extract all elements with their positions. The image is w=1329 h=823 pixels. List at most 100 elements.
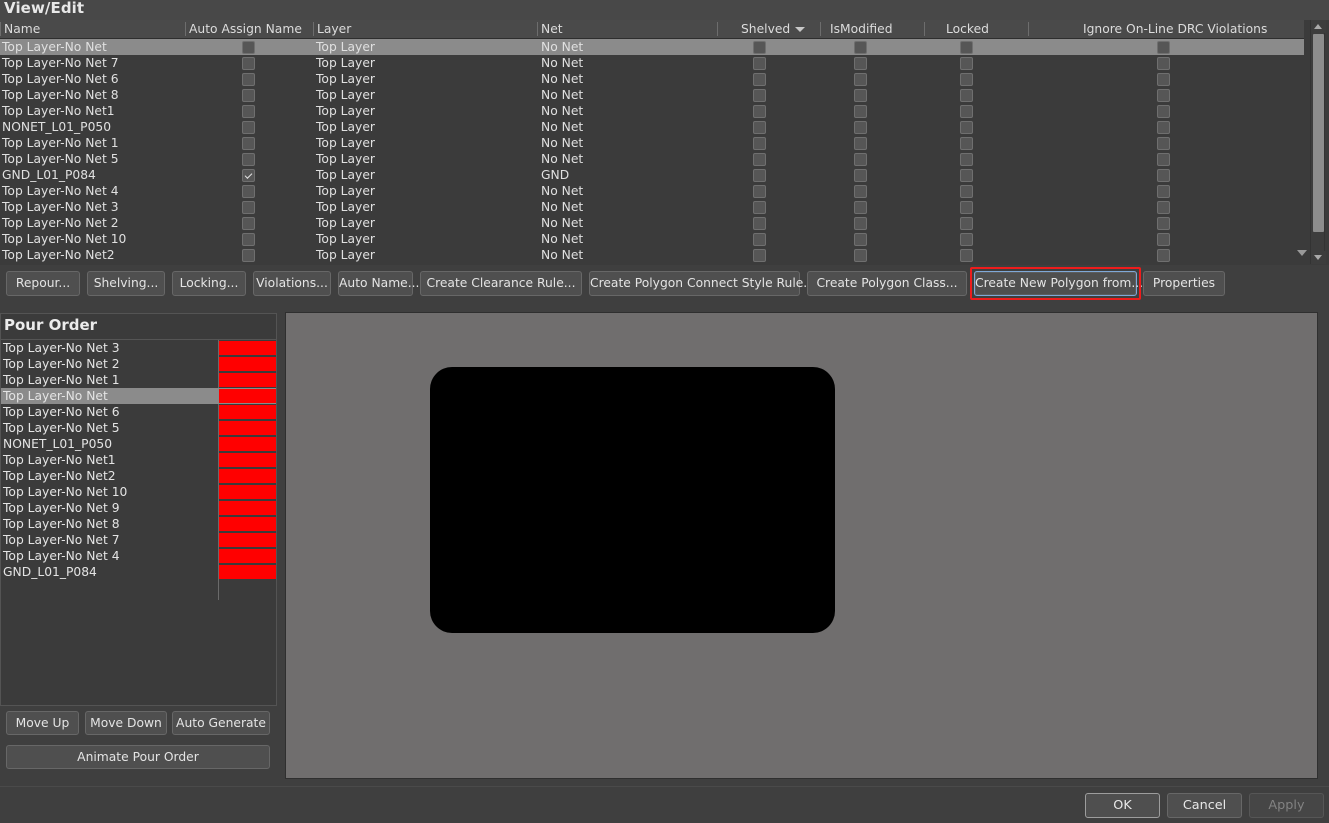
- scrollbar-thumb[interactable]: [1313, 34, 1324, 232]
- ignore-drc-checkbox[interactable]: [1157, 233, 1170, 246]
- color-swatch[interactable]: [219, 549, 276, 563]
- ignore-drc-checkbox[interactable]: [1157, 89, 1170, 102]
- chevron-down-icon[interactable]: [795, 27, 805, 32]
- color-swatch[interactable]: [219, 501, 276, 515]
- ignore-drc-checkbox[interactable]: [1157, 73, 1170, 86]
- properties-button[interactable]: Properties: [1143, 271, 1225, 296]
- auto-assign-name-checkbox[interactable]: [242, 217, 255, 230]
- shelved-checkbox[interactable]: [753, 249, 766, 262]
- table-row[interactable]: Top Layer-No Net 5 Top Layer No Net: [0, 151, 1304, 167]
- color-swatch[interactable]: [219, 469, 276, 483]
- create-polygon-connect-style-rule-button[interactable]: Create Polygon Connect Style Rule...: [589, 271, 815, 296]
- shelved-checkbox[interactable]: [753, 121, 766, 134]
- list-item[interactable]: Top Layer-No Net 6: [1, 404, 276, 420]
- polygon-preview-canvas[interactable]: [285, 312, 1318, 779]
- table-row[interactable]: Top Layer-No Net 10 Top Layer No Net: [0, 231, 1304, 247]
- create-clearance-rule-button[interactable]: Create Clearance Rule...: [420, 271, 582, 296]
- color-swatch[interactable]: [219, 389, 276, 403]
- auto-assign-name-checkbox[interactable]: [242, 153, 255, 166]
- ignore-drc-checkbox[interactable]: [1157, 249, 1170, 262]
- color-swatch[interactable]: [219, 565, 276, 579]
- column-header-layer[interactable]: Layer: [313, 20, 537, 38]
- move-down-button[interactable]: Move Down: [85, 711, 167, 735]
- column-header-name[interactable]: Name: [0, 20, 184, 38]
- ignore-drc-checkbox[interactable]: [1157, 137, 1170, 150]
- column-header-shelved[interactable]: Shelved: [717, 20, 831, 38]
- list-item[interactable]: Top Layer-No Net 5: [1, 420, 276, 436]
- locked-checkbox[interactable]: [960, 105, 973, 118]
- table-row[interactable]: Top Layer-No Net 8 Top Layer No Net: [0, 87, 1304, 103]
- auto-name-button[interactable]: Auto Name...: [338, 271, 419, 296]
- locked-checkbox[interactable]: [960, 249, 973, 262]
- shelved-checkbox[interactable]: [753, 153, 766, 166]
- auto-assign-name-checkbox[interactable]: [242, 105, 255, 118]
- column-divider[interactable]: [820, 22, 821, 36]
- color-swatch[interactable]: [219, 437, 276, 451]
- shelved-checkbox[interactable]: [753, 137, 766, 150]
- grid-scroll-down-icon[interactable]: [1297, 250, 1307, 256]
- ismodified-checkbox[interactable]: [854, 185, 867, 198]
- ismodified-checkbox[interactable]: [854, 217, 867, 230]
- shelved-checkbox[interactable]: [753, 201, 766, 214]
- auto-assign-name-checkbox[interactable]: [242, 121, 255, 134]
- locked-checkbox[interactable]: [960, 41, 973, 54]
- animate-pour-order-button[interactable]: Animate Pour Order: [6, 745, 270, 769]
- auto-assign-name-checkbox[interactable]: [242, 89, 255, 102]
- color-swatch[interactable]: [219, 533, 276, 547]
- locked-checkbox[interactable]: [960, 137, 973, 150]
- ignore-drc-checkbox[interactable]: [1157, 185, 1170, 198]
- scroll-up-icon[interactable]: [1311, 20, 1326, 33]
- ismodified-checkbox[interactable]: [854, 105, 867, 118]
- column-divider[interactable]: [1028, 22, 1029, 36]
- list-item[interactable]: Top Layer-No Net 7: [1, 532, 276, 548]
- column-header-locked[interactable]: Locked: [924, 20, 1031, 38]
- table-row[interactable]: GND_L01_P084 Top Layer GND: [0, 167, 1304, 183]
- locked-checkbox[interactable]: [960, 169, 973, 182]
- list-item[interactable]: Top Layer-No Net 8: [1, 516, 276, 532]
- shelving-button[interactable]: Shelving...: [87, 271, 165, 296]
- repour-button[interactable]: Repour...: [6, 271, 80, 296]
- column-divider[interactable]: [537, 22, 538, 36]
- ignore-drc-checkbox[interactable]: [1157, 217, 1170, 230]
- color-swatch[interactable]: [219, 373, 276, 387]
- column-header-ismodified[interactable]: IsModified: [820, 20, 930, 38]
- color-swatch[interactable]: [219, 341, 276, 355]
- color-swatch[interactable]: [219, 421, 276, 435]
- list-item[interactable]: Top Layer-No Net 1: [1, 372, 276, 388]
- column-header-ignore-on-line-drc-violations[interactable]: Ignore On-Line DRC Violations: [1028, 20, 1303, 38]
- list-item[interactable]: Top Layer-No Net 9: [1, 500, 276, 516]
- ignore-drc-checkbox[interactable]: [1157, 105, 1170, 118]
- ismodified-checkbox[interactable]: [854, 73, 867, 86]
- table-row[interactable]: Top Layer-No Net 1 Top Layer No Net: [0, 135, 1304, 151]
- column-divider[interactable]: [0, 22, 1, 36]
- ismodified-checkbox[interactable]: [854, 169, 867, 182]
- auto-assign-name-checkbox[interactable]: [242, 233, 255, 246]
- shelved-checkbox[interactable]: [753, 89, 766, 102]
- list-item[interactable]: NONET_L01_P050: [1, 436, 276, 452]
- ignore-drc-checkbox[interactable]: [1157, 201, 1170, 214]
- table-row[interactable]: NONET_L01_P050 Top Layer No Net: [0, 119, 1304, 135]
- list-item[interactable]: Top Layer-No Net1: [1, 452, 276, 468]
- create-new-polygon-from-button[interactable]: Create New Polygon from...: [974, 271, 1143, 296]
- auto-generate-button[interactable]: Auto Generate: [172, 711, 270, 735]
- list-item[interactable]: Top Layer-No Net 10: [1, 484, 276, 500]
- list-item[interactable]: Top Layer-No Net 4: [1, 548, 276, 564]
- color-swatch[interactable]: [219, 405, 276, 419]
- list-item[interactable]: Top Layer-No Net 3: [1, 340, 276, 356]
- auto-assign-name-checkbox[interactable]: [242, 169, 255, 182]
- shelved-checkbox[interactable]: [753, 217, 766, 230]
- ok-button[interactable]: OK: [1085, 793, 1160, 818]
- locked-checkbox[interactable]: [960, 233, 973, 246]
- auto-assign-name-checkbox[interactable]: [242, 137, 255, 150]
- locked-checkbox[interactable]: [960, 89, 973, 102]
- ignore-drc-checkbox[interactable]: [1157, 57, 1170, 70]
- ignore-drc-checkbox[interactable]: [1157, 121, 1170, 134]
- column-header-net[interactable]: Net: [537, 20, 716, 38]
- auto-assign-name-checkbox[interactable]: [242, 249, 255, 262]
- color-swatch[interactable]: [219, 453, 276, 467]
- locked-checkbox[interactable]: [960, 153, 973, 166]
- ismodified-checkbox[interactable]: [854, 41, 867, 54]
- scroll-down-icon[interactable]: [1311, 251, 1326, 264]
- ismodified-checkbox[interactable]: [854, 249, 867, 262]
- list-item[interactable]: Top Layer-No Net 2: [1, 356, 276, 372]
